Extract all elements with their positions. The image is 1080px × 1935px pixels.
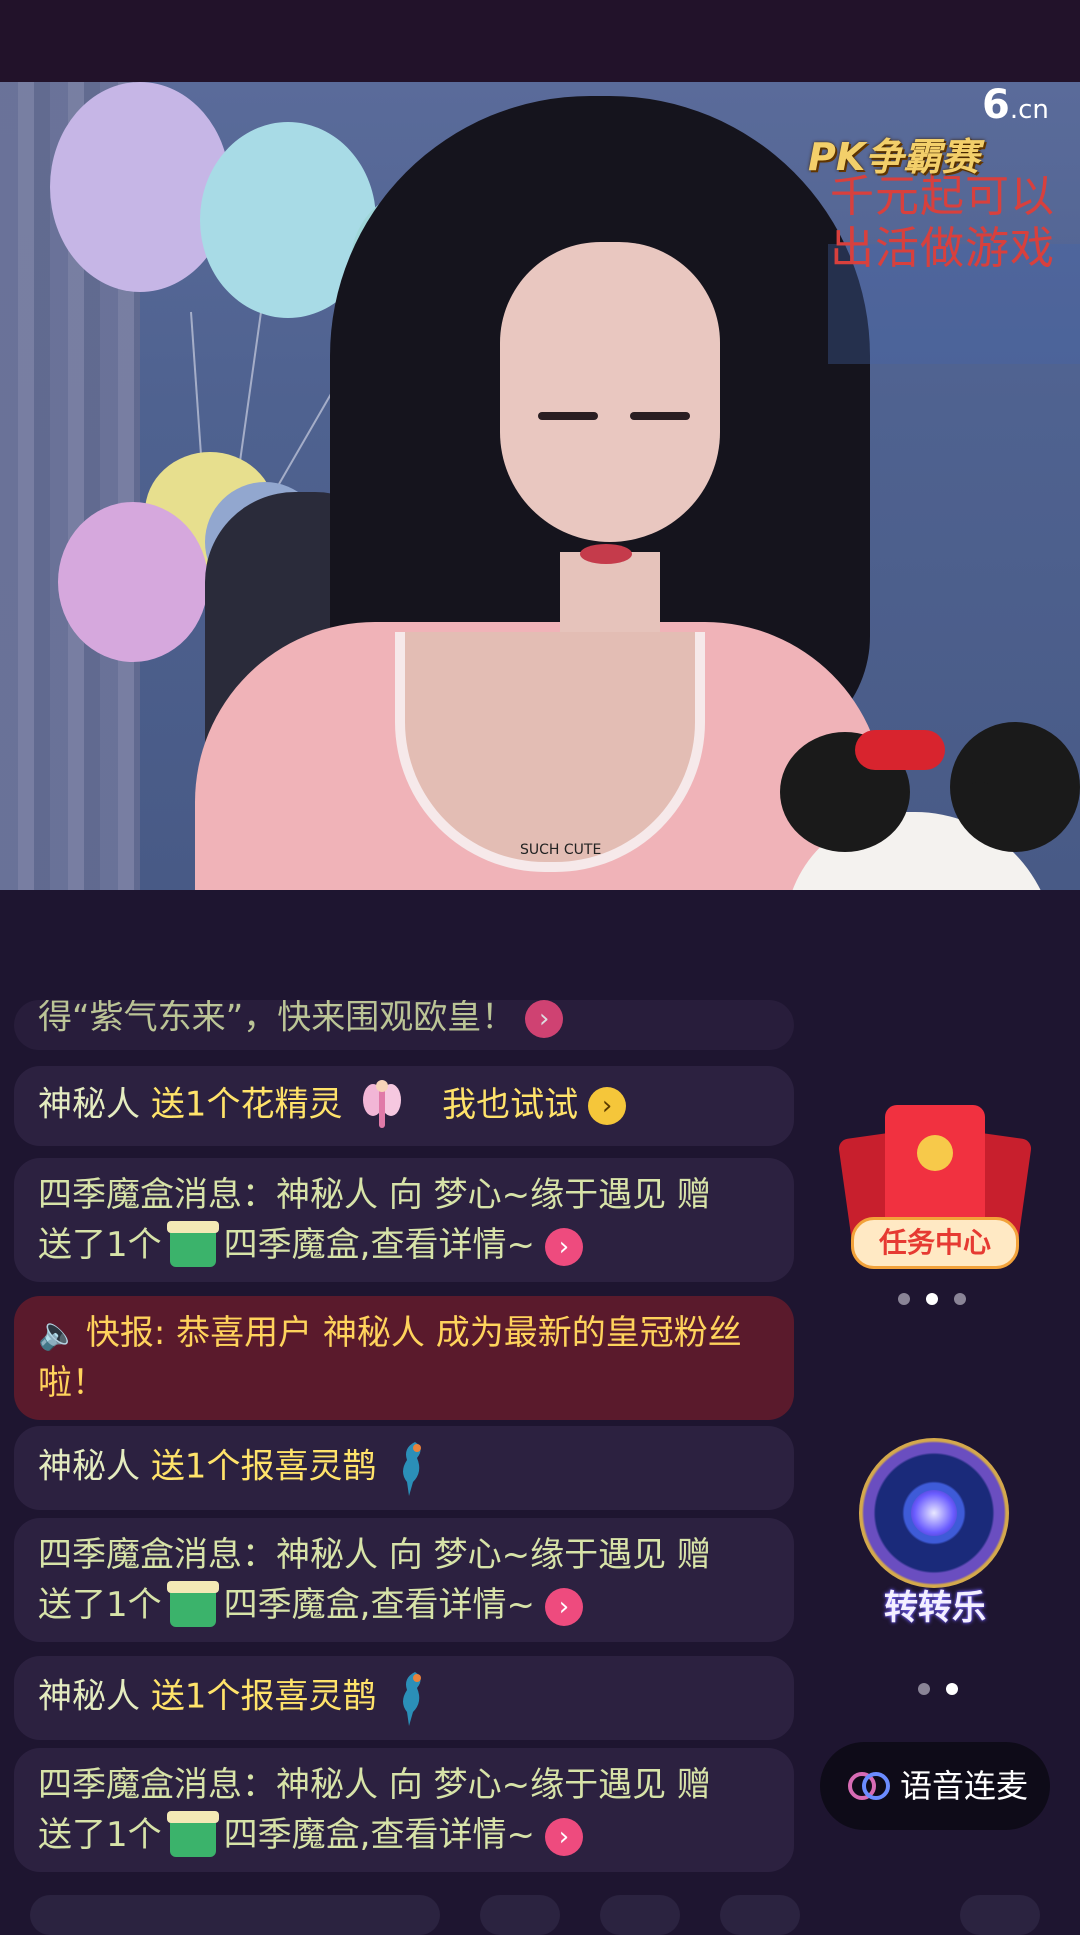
chat-input[interactable]	[30, 1895, 440, 1935]
carousel-dot[interactable]	[898, 1293, 910, 1305]
gift-box-icon	[166, 1580, 219, 1627]
carousel-dot[interactable]	[918, 1683, 930, 1695]
toolbar-button[interactable]	[720, 1895, 800, 1935]
chat-message-magic-box: 四季魔盒消息：神秘人 向 梦心~缘于遇见 赠 送了1个 四季魔盒,查看详情~ ›	[14, 1158, 794, 1282]
message-user[interactable]: 神秘人	[38, 1447, 140, 1487]
toolbar-button[interactable]	[480, 1895, 560, 1935]
plush-nose	[960, 782, 1000, 822]
balloon	[50, 82, 230, 292]
eye-left	[538, 412, 598, 420]
view-details-link[interactable]: 四季魔盒,查看详情~	[224, 1225, 535, 1265]
lips	[580, 544, 632, 564]
chat-message-magic-box: 四季魔盒消息：神秘人 向 梦心~缘于遇见 赠 送了1个 四季魔盒,查看详情~ ›	[14, 1748, 794, 1872]
task-center-label: 任务中心	[851, 1217, 1019, 1269]
carousel-dot[interactable]	[954, 1293, 966, 1305]
message-text: 四季魔盒消息：神秘人 向 梦心~缘于遇见 赠	[38, 1175, 711, 1215]
shirt-print: SUCH CUTE	[520, 842, 602, 858]
watermark-logo: 6.cn	[982, 82, 1049, 128]
message-text: 四季魔盒消息：神秘人 向 梦心~缘于遇见 赠	[38, 1535, 711, 1575]
speaker-icon: 🔈	[38, 1314, 78, 1352]
eye-right	[630, 412, 690, 420]
carousel-dots	[890, 1290, 974, 1305]
view-details-link[interactable]: 四季魔盒,查看详情~	[224, 1585, 535, 1625]
status-bar	[0, 0, 1080, 82]
plush-hat	[855, 730, 945, 770]
chat-message-alert: 🔈 快报: 恭喜用户 神秘人 成为最新的皇冠粉丝啦！	[14, 1296, 794, 1420]
view-details-link[interactable]: 四季魔盒,查看详情~	[224, 1815, 535, 1855]
message-text: 送了1个	[38, 1225, 162, 1265]
task-center-button[interactable]: 任务中心	[837, 1105, 1033, 1275]
message-action: 送1个花精灵	[150, 1084, 343, 1125]
chevron-right-icon[interactable]: ›	[588, 1087, 627, 1125]
message-text: 快报: 恭喜用户 神秘人 成为最新的皇冠粉丝啦！	[38, 1313, 742, 1403]
toolbar-button[interactable]	[960, 1895, 1040, 1935]
carousel-dots	[910, 1680, 966, 1695]
chevron-right-icon[interactable]: ›	[525, 1000, 564, 1038]
try-too-link[interactable]: 我也试试	[442, 1085, 578, 1125]
magpie-icon	[403, 1442, 422, 1496]
streamer-face	[500, 242, 720, 542]
chat-message-gift: 神秘人 送1个花精灵 我也试试 ›	[14, 1066, 794, 1146]
coin-icon	[917, 1135, 953, 1171]
wheel-label: 转转乐	[884, 1588, 986, 1628]
bottom-toolbar	[0, 1895, 1080, 1935]
magpie-icon	[403, 1672, 422, 1726]
message-text: 四季魔盒消息：神秘人 向 梦心~缘于遇见 赠	[38, 1765, 711, 1805]
lucky-wheel-button[interactable]: 转转乐	[855, 1428, 1015, 1638]
voice-link-label: 语音连麦	[900, 1767, 1029, 1805]
balloon	[58, 502, 208, 662]
gift-box-icon	[166, 1810, 219, 1857]
carousel-dot-active[interactable]	[926, 1293, 938, 1305]
live-video[interactable]: SUCH CUTE 千元起可以 出活做游戏 PK争霸赛 6.cn	[0, 82, 1080, 890]
fairy-icon	[363, 1080, 402, 1128]
message-text: 送了1个	[38, 1815, 162, 1855]
chat-message-gift: 神秘人 送1个报喜灵鹊	[14, 1656, 794, 1740]
chat-message-system: 得“紫气东来”，快来围观欧皇！ ›	[14, 1000, 794, 1050]
sign-line-2: 出活做游戏	[830, 223, 1055, 274]
pk-title: PK争霸赛	[808, 135, 980, 179]
message-user[interactable]: 神秘人	[38, 1677, 140, 1717]
wheel-core	[911, 1490, 957, 1536]
chevron-right-icon[interactable]: ›	[544, 1227, 583, 1266]
message-text: 得“紫气东来”，快来围观欧皇！	[38, 1000, 516, 1038]
toolbar-button[interactable]	[600, 1895, 680, 1935]
message-action: 送1个报喜灵鹊	[150, 1676, 377, 1717]
chevron-right-icon[interactable]: ›	[544, 1587, 583, 1626]
carousel-dot-active[interactable]	[946, 1683, 958, 1695]
message-action: 送1个报喜灵鹊	[150, 1446, 377, 1487]
chat-message-magic-box: 四季魔盒消息：神秘人 向 梦心~缘于遇见 赠 送了1个 四季魔盒,查看详情~ ›	[14, 1518, 794, 1642]
chat-message-gift: 神秘人 送1个报喜灵鹊	[14, 1426, 794, 1510]
message-user[interactable]: 神秘人	[38, 1085, 140, 1125]
chevron-right-icon[interactable]: ›	[544, 1817, 583, 1856]
message-text: 送了1个	[38, 1585, 162, 1625]
link-rings-icon	[848, 1772, 890, 1800]
voice-link-button[interactable]: 语音连麦	[820, 1742, 1050, 1830]
gift-box-icon	[166, 1220, 219, 1267]
